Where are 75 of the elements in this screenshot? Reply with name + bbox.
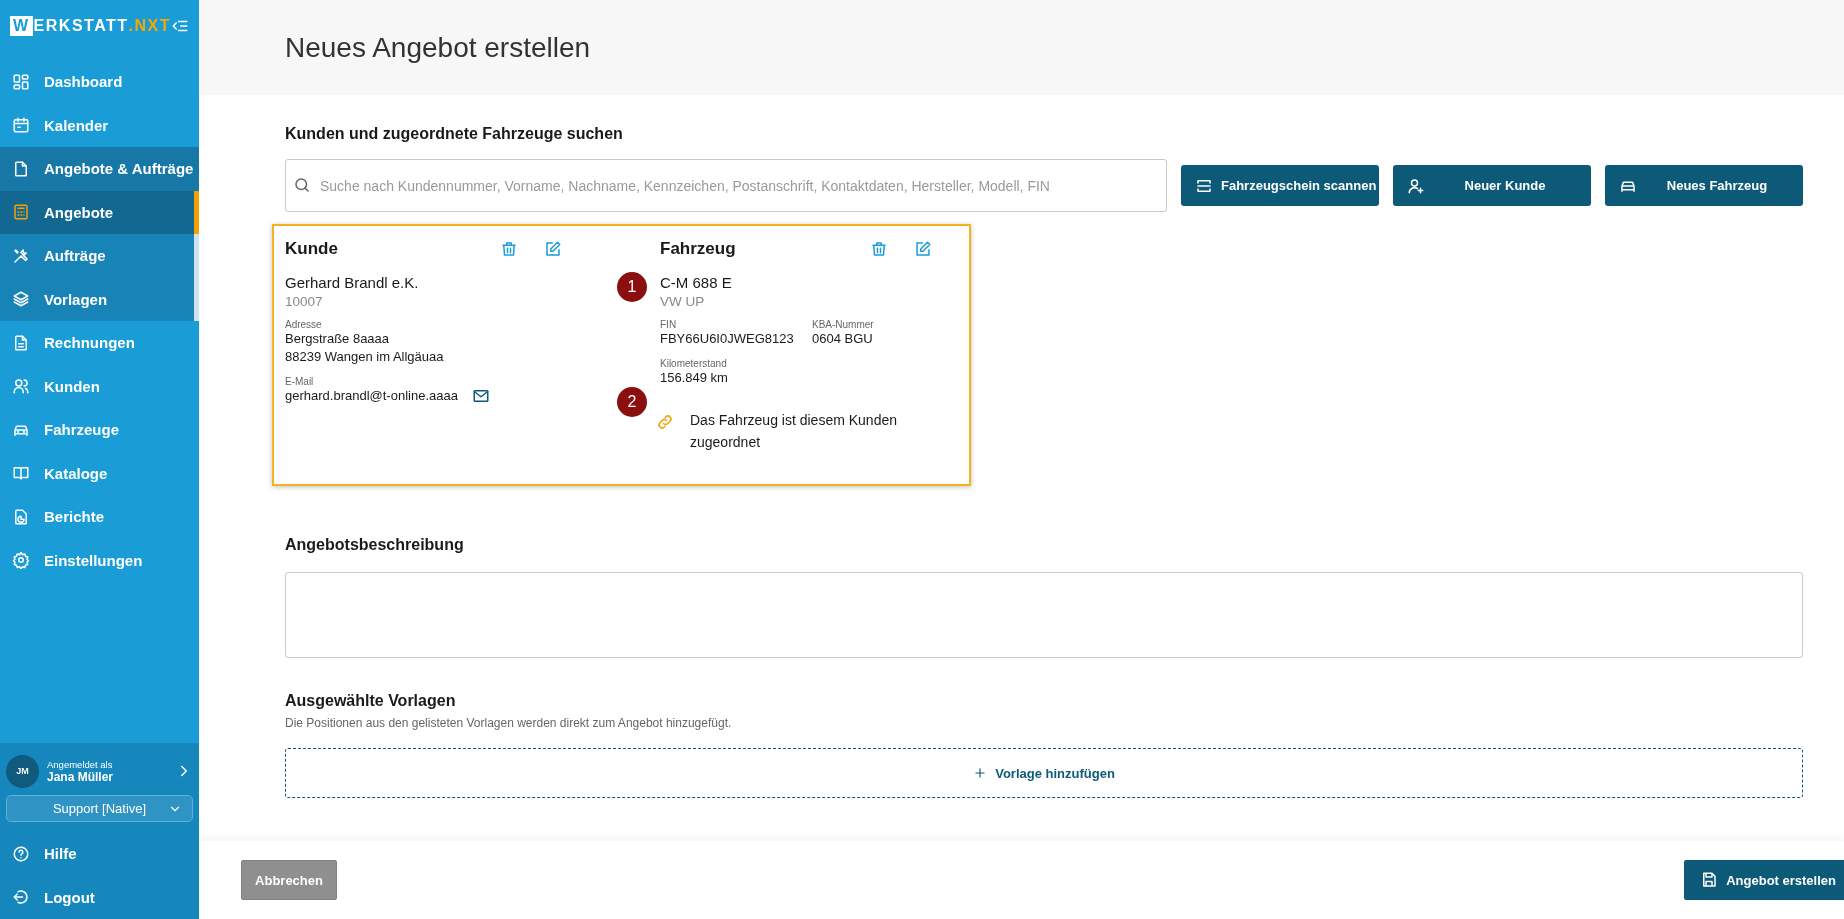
address-line: 88239 Wangen im Allgäuaa [285, 348, 444, 366]
app-logo: W ERKSTATT.NXT [10, 16, 171, 36]
mail-icon[interactable] [471, 387, 490, 405]
calculator-icon [12, 203, 30, 222]
cancel-button[interactable]: Abbrechen [241, 860, 337, 900]
link-note: Das Fahrzeug ist diesem Kunden zugeordnet [690, 411, 898, 452]
report-icon [12, 507, 30, 526]
user-name: Jana Müller [47, 769, 115, 784]
nav-item[interactable]: Angebote [0, 190, 199, 234]
save-icon [1700, 871, 1719, 889]
toolbar-button[interactable]: Neues Fahrzeug [1605, 165, 1803, 206]
page-title: Neues Angebot erstellen [285, 31, 591, 64]
field-label: Kilometerstand [660, 358, 728, 369]
document-icon [12, 159, 30, 178]
step-marker: 1 [617, 272, 647, 302]
customer-number: 10007 [285, 294, 323, 309]
license-plate: C-M 688 E [660, 274, 732, 291]
section-title: Kunden und zugeordnete Fahrzeuge suchen [285, 125, 624, 143]
nav-item[interactable]: Aufträge [0, 234, 199, 278]
settings-icon [12, 551, 30, 570]
edit-icon[interactable] [914, 240, 932, 258]
field-value: FBY66U6I0JWEG8123 [660, 330, 795, 348]
nav-item[interactable]: Rechnungen [0, 321, 199, 365]
vehicle-model: VW UP [660, 294, 705, 309]
nav-item[interactable]: Fahrzeuge [0, 408, 199, 452]
avatar: JM [6, 754, 39, 788]
add-person-icon [1407, 176, 1425, 195]
trash-icon[interactable] [870, 240, 888, 258]
nav-item[interactable]: Dashboard [0, 60, 199, 104]
section-title: Ausgewählte Vorlagen [285, 692, 457, 710]
submit-button[interactable]: Angebot erstellen [1684, 860, 1844, 900]
field-label: FIN [660, 319, 678, 330]
description-field[interactable] [285, 572, 1803, 658]
address-line: Bergstraße 8aaaa [285, 330, 390, 348]
book-icon [12, 464, 30, 483]
help-icon [12, 844, 30, 863]
edit-icon[interactable] [544, 240, 562, 258]
plus-icon [973, 766, 988, 780]
add-template-button[interactable]: Vorlage hinzufügen [285, 748, 1803, 798]
users-icon [12, 377, 30, 396]
layers-icon [12, 290, 30, 309]
step-marker: 2 [617, 387, 647, 417]
nav-item[interactable]: Angebote & Aufträge [0, 147, 199, 191]
nav-item[interactable]: Berichte [0, 495, 199, 539]
customer-name: Gerhard Brandl e.K. [285, 274, 419, 291]
field-value: 0604 BGU [812, 330, 874, 348]
card-title: Kunde [285, 239, 339, 259]
user-caption: Angemeldet als [47, 758, 114, 770]
email-address: gerhard.brandl@t-online.aaaa [285, 387, 458, 405]
search-icon [293, 176, 311, 194]
nav-item[interactable]: Hilfe [0, 832, 199, 876]
field-value: 156.849 km [660, 369, 729, 387]
field-label: KBA-Nummer [812, 319, 875, 330]
field-label: E-Mail [285, 376, 314, 387]
field-label: Adresse [285, 319, 322, 330]
file-text-icon [12, 333, 30, 352]
nav-item[interactable]: Kataloge [0, 451, 199, 495]
link-icon [656, 413, 674, 431]
nav-item[interactable]: Kalender [0, 103, 199, 147]
toolbar-button[interactable]: Fahrzeugschein scannen [1181, 165, 1379, 206]
section-subtitle: Die Positionen aus den gelisteten Vorlagen werden direkt zum Angebot hinzugefügt. [285, 716, 733, 730]
nav-item[interactable]: Logout [0, 875, 199, 919]
nav-item[interactable]: Einstellungen [0, 538, 199, 582]
trash-icon[interactable] [500, 240, 518, 258]
search-field[interactable]: Suche nach Kundennummer, Vorname, Nachname, Kennzeichen, Postanschrift, Kontaktdaten, Hersteller, Modell, FIN [285, 159, 1167, 212]
section-title: Angebotsbeschreibung [285, 536, 465, 554]
dashboard-icon [12, 72, 30, 91]
card-title: Fahrzeug [660, 239, 737, 259]
logout-icon [12, 888, 30, 907]
toolbar-button[interactable]: Neuer Kunde [1393, 165, 1591, 206]
nav-item[interactable]: Kunden [0, 364, 199, 408]
role-select[interactable]: Support [Native] [6, 795, 193, 822]
calendar-icon [12, 116, 30, 135]
nav-item[interactable]: Vorlagen [0, 277, 199, 321]
tools-icon [12, 246, 30, 265]
